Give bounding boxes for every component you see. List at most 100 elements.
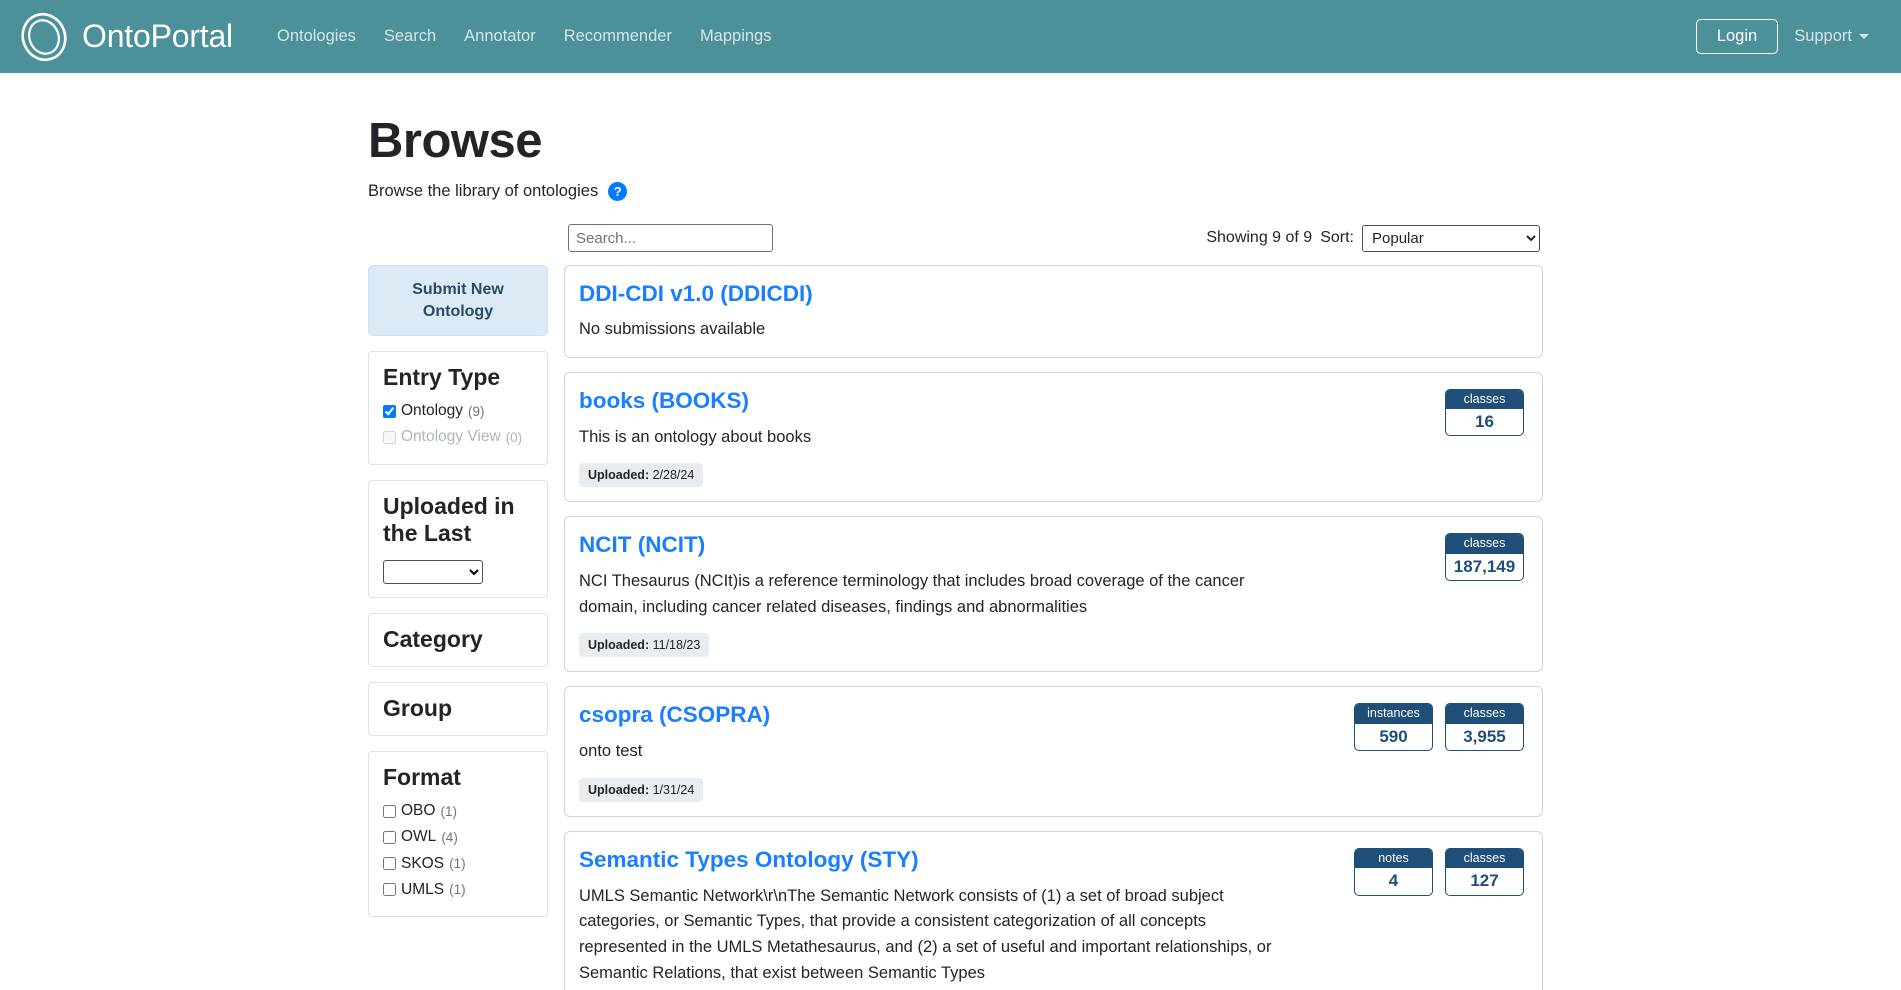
nav-item-search[interactable]: Search <box>370 19 450 54</box>
ontology-description: NCI Thesaurus (NCIt)is a reference termi… <box>579 572 1245 616</box>
metric-notes[interactable]: notes 4 <box>1354 847 1433 896</box>
facet-option-ontology[interactable]: Ontology (9) <box>383 398 533 424</box>
metric-classes[interactable]: classes 187,149 <box>1445 533 1524 582</box>
facet-label-owl: OWL <box>401 828 437 846</box>
facet-option-owl[interactable]: OWL (4) <box>383 824 533 850</box>
uploaded-label: Uploaded: <box>588 468 650 483</box>
page-subtitle: Browse the library of ontologies <box>368 182 599 200</box>
uploaded-date: 1/31/24 <box>652 782 695 797</box>
submit-new-ontology-button[interactable]: Submit New Ontology <box>368 265 548 337</box>
facet-label-skos: SKOS <box>401 854 445 872</box>
metric-value: 187,149 <box>1453 556 1516 576</box>
facet-format: Format OBO (1) OWL (4) SKOS (1) UMLS (1) <box>368 751 548 917</box>
uploaded-label: Uploaded: <box>588 638 650 653</box>
metric-value: 16 <box>1475 411 1494 431</box>
ontology-metrics: classes 16 <box>1445 388 1524 437</box>
facet-checkbox-owl[interactable] <box>383 830 396 844</box>
ontology-card: csopra (CSOPRA) onto test Uploaded: 1/31… <box>564 686 1543 817</box>
metric-label: instances <box>1355 704 1432 724</box>
facet-label-umls: UMLS <box>401 880 445 898</box>
facet-count-skos: (1) <box>449 855 466 871</box>
ontology-title-link[interactable]: csopra (CSOPRA) <box>579 701 770 728</box>
metric-label: classes <box>1446 704 1523 724</box>
facet-checkbox-ontology[interactable] <box>383 404 396 418</box>
results-controls: Showing 9 of 9 Sort: Popular <box>368 223 1543 253</box>
facet-title-category: Category <box>383 625 483 652</box>
ring-logo-icon <box>18 11 70 63</box>
facet-count-umls: (1) <box>449 881 466 897</box>
uploaded-date: 11/18/23 <box>652 638 701 653</box>
facet-option-umls[interactable]: UMLS (1) <box>383 877 533 903</box>
metric-label: classes <box>1446 534 1523 554</box>
facet-count-owl: (4) <box>441 829 458 845</box>
facet-checkbox-obo[interactable] <box>383 804 396 818</box>
ontology-description: This is an ontology about books <box>579 427 812 446</box>
ontology-title-link[interactable]: DDI-CDI v1.0 (DDICDI) <box>579 280 813 307</box>
ontology-card: books (BOOKS) This is an ontology about … <box>564 371 1543 503</box>
nav-right-group: Login Support <box>1695 19 1879 54</box>
facet-checkbox-umls[interactable] <box>383 883 396 897</box>
metric-value: 4 <box>1388 871 1399 891</box>
facet-option-obo[interactable]: OBO (1) <box>383 798 533 824</box>
nav-item-mappings[interactable]: Mappings <box>686 19 786 54</box>
ontology-card: DDI-CDI v1.0 (DDICDI) No submissions ava… <box>564 265 1543 358</box>
browse-layout: Submit New Ontology Entry Type Ontology … <box>368 265 1543 990</box>
search-input[interactable] <box>568 224 773 252</box>
uploaded-badge: Uploaded: 2/28/24 <box>579 463 704 488</box>
ontology-title-link[interactable]: books (BOOKS) <box>579 387 749 414</box>
ontology-card: Semantic Types Ontology (STY) UMLS Seman… <box>564 830 1543 990</box>
facet-option-skos[interactable]: SKOS (1) <box>383 851 533 877</box>
facet-category[interactable]: Category <box>368 612 548 667</box>
facet-count-obo: (1) <box>440 803 457 819</box>
metric-label: classes <box>1446 389 1523 409</box>
ontology-title-link[interactable]: NCIT (NCIT) <box>579 531 705 558</box>
metric-classes[interactable]: classes 3,955 <box>1445 703 1524 752</box>
facet-option-ontology-view: Ontology View (0) <box>383 424 533 450</box>
brand-title: OntoPortal <box>82 18 233 54</box>
ontology-description: onto test <box>579 742 643 761</box>
uploaded-badge: Uploaded: 1/31/24 <box>579 777 704 802</box>
login-button[interactable]: Login <box>1695 19 1779 54</box>
facet-group[interactable]: Group <box>368 681 548 737</box>
uploaded-in-last-select[interactable] <box>383 559 483 584</box>
facet-count-ontology-view: (0) <box>505 429 523 445</box>
facet-checkbox-skos[interactable] <box>383 857 396 871</box>
metric-instances[interactable]: instances 590 <box>1354 703 1433 752</box>
top-navbar: OntoPortal Ontologies Search Annotator R… <box>0 0 1901 73</box>
facet-count-ontology: (9) <box>468 403 485 419</box>
ontology-metrics: notes 4 classes 127 <box>1354 847 1524 896</box>
metric-value: 590 <box>1379 726 1408 746</box>
uploaded-label: Uploaded: <box>588 782 650 797</box>
facet-checkbox-ontology-view <box>383 431 396 445</box>
metric-classes[interactable]: classes 127 <box>1445 847 1524 896</box>
brand-home-link[interactable]: OntoPortal <box>18 11 233 63</box>
facet-entry-type: Entry Type Ontology (9) Ontology View (0… <box>368 351 548 465</box>
nav-item-annotator[interactable]: Annotator <box>450 19 550 54</box>
facet-label-obo: OBO <box>401 802 436 820</box>
facet-label-ontology-view: Ontology View <box>401 428 501 446</box>
ontology-metrics: classes 187,149 <box>1445 533 1524 582</box>
ontology-title-link[interactable]: Semantic Types Ontology (STY) <box>579 846 919 873</box>
ontology-results-list: DDI-CDI v1.0 (DDICDI) No submissions ava… <box>564 265 1543 990</box>
facets-sidebar: Submit New Ontology Entry Type Ontology … <box>368 265 548 917</box>
page-subtitle-row: Browse the library of ontologies ? <box>368 182 1543 201</box>
facet-title-entry-type: Entry Type <box>383 364 501 391</box>
primary-nav: Ontologies Search Annotator Recommender … <box>263 19 786 54</box>
ontology-description: No submissions available <box>579 320 766 338</box>
metric-label: notes <box>1355 848 1432 869</box>
facet-title-group: Group <box>383 694 452 721</box>
metric-label: classes <box>1446 848 1523 869</box>
question-mark-circle-icon[interactable]: ? <box>608 182 628 201</box>
uploaded-badge: Uploaded: 11/18/23 <box>579 633 710 658</box>
nav-item-recommender[interactable]: Recommender <box>550 19 686 54</box>
sort-select[interactable]: Popular <box>1362 224 1540 252</box>
facet-label-ontology: Ontology <box>401 402 464 420</box>
support-menu[interactable]: Support <box>1784 19 1879 54</box>
nav-item-ontologies[interactable]: Ontologies <box>263 19 370 54</box>
uploaded-date: 2/28/24 <box>652 468 695 483</box>
facet-title-uploaded-in-last: Uploaded in the Last <box>383 492 515 546</box>
metric-value: 127 <box>1470 871 1499 891</box>
page-title: Browse <box>368 114 543 168</box>
metric-classes[interactable]: classes 16 <box>1445 388 1524 437</box>
metric-value: 3,955 <box>1463 726 1506 746</box>
